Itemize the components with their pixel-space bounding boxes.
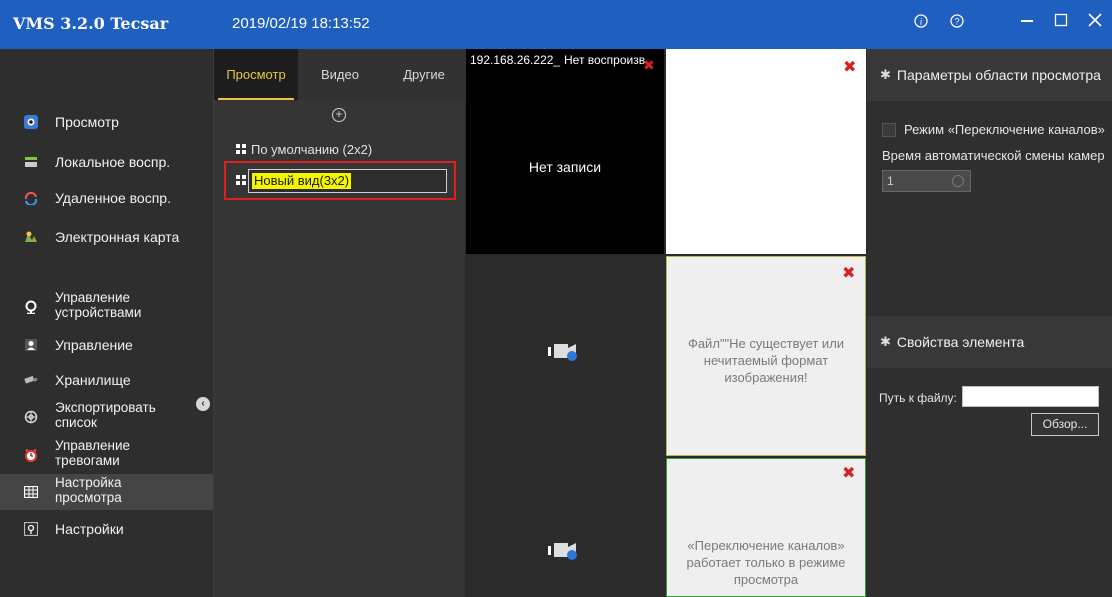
sidebar-item-live-view[interactable]: Просмотр (0, 106, 213, 138)
view-name-text: Новый вид(3x2) (252, 173, 352, 189)
export-icon (23, 409, 39, 425)
video-cell-5[interactable] (466, 458, 664, 597)
channel-switch-mode-label: Режим «Переключение каналов» (904, 122, 1105, 137)
label-line-2: устройствами (55, 305, 142, 320)
auto-switch-time-label: Время автоматической смены камер (882, 148, 1105, 163)
video-cell-2[interactable]: ✖ (666, 49, 866, 254)
sidebar-item-user-management[interactable]: Управление (0, 329, 213, 361)
sidebar-item-label: Управление тревогами (55, 438, 130, 468)
properties-panel: ✱ Параметры области просмотра Режим «Пер… (867, 49, 1112, 597)
gear-icon: ✱ (880, 67, 891, 82)
spinner-arrow-icon[interactable] (952, 175, 964, 187)
grid-3x2-icon (236, 175, 246, 185)
storage-icon (23, 372, 39, 388)
close-cell-icon[interactable]: ✖ (842, 263, 855, 283)
emap-icon (23, 229, 39, 245)
sidebar-item-label: Управление устройствами (55, 290, 141, 320)
video-cell-1[interactable]: 192.168.26.222_ Нет воспроизв ✖ Нет запи… (466, 49, 664, 254)
gear-icon: ✱ (880, 334, 891, 349)
section-title: Свойства элемента (896, 334, 1025, 350)
view-item-default[interactable]: По умолчанию (2x2) (236, 140, 372, 158)
sidebar-item-label: Электронная карта (55, 228, 180, 245)
camera-placeholder-icon (548, 344, 577, 361)
sidebar: Просмотр Локальное воспр. Удаленное восп… (0, 49, 213, 597)
view-item-label: По умолчанию (2x2) (251, 141, 373, 157)
svg-text:i: i (920, 17, 923, 27)
svg-text:?: ? (954, 17, 959, 27)
channel-switch-mode-checkbox[interactable] (882, 123, 896, 137)
tab-other[interactable]: Другие (382, 49, 466, 100)
tab-live-view[interactable]: Просмотр (214, 49, 298, 100)
close-cell-icon[interactable]: ✖ (843, 57, 856, 77)
help-icon[interactable]: ? (942, 8, 972, 40)
sidebar-item-alarm-management[interactable]: Управление тревогами (0, 438, 213, 472)
datetime: 2019/02/19 18:13:52 (232, 15, 370, 32)
camera-placeholder-icon (548, 543, 577, 560)
view-area-params-header: ✱ Параметры области просмотра (867, 49, 1112, 101)
maximize-icon[interactable] (1046, 8, 1076, 40)
grid-2x2-icon (236, 144, 246, 154)
section-title: Параметры области просмотра (896, 67, 1101, 83)
minimize-icon[interactable] (1012, 8, 1042, 40)
spinner-value: 1 (887, 174, 894, 188)
browse-button[interactable]: Обзор... (1031, 413, 1099, 436)
alarm-icon (23, 447, 39, 463)
label-line-2: список (55, 415, 97, 430)
sidebar-item-device-management[interactable]: Управление устройствами (0, 290, 213, 324)
title-bar: VMS 3.2.0 Tecsar 2019/02/19 18:13:52 i ? (0, 0, 1112, 49)
collapse-sidebar-button[interactable]: ‹ (196, 397, 210, 411)
user-management-icon (23, 337, 39, 353)
label-line-2: просмотра (55, 490, 122, 505)
close-cell-icon[interactable]: ✖ (842, 463, 855, 483)
sidebar-item-label: Настройки (55, 520, 124, 537)
local-playback-icon (23, 154, 39, 170)
label-line-1: Управление (55, 438, 131, 453)
label-line-1: Управление (55, 290, 131, 305)
close-icon[interactable] (1080, 8, 1110, 40)
cell-info-message: «Переключение каналов» работает только в… (686, 538, 846, 587)
video-cell-4[interactable]: ✖ Файл""Не существует или нечитаемый фор… (666, 256, 866, 456)
no-recording-text: Нет записи (528, 159, 602, 175)
remote-playback-icon (23, 190, 39, 206)
sidebar-item-label: Удаленное воспр. (55, 189, 171, 206)
camera-ip-label: 192.168.26.222_ (470, 53, 561, 67)
sidebar-item-emap[interactable]: Электронная карта (0, 221, 213, 253)
label-line-1: Настройка (55, 475, 122, 490)
view-settings-icon (23, 484, 39, 500)
sidebar-item-remote-playback[interactable]: Удаленное воспр. (0, 182, 213, 214)
label-line-2: тревогами (55, 453, 120, 468)
sidebar-item-label: Хранилище (55, 371, 131, 388)
sidebar-item-view-settings[interactable]: Настройка просмотра (0, 474, 213, 510)
sidebar-item-export-list[interactable]: Экспортировать список (0, 400, 213, 434)
sidebar-item-storage[interactable]: Хранилище (0, 364, 213, 396)
close-cell-icon[interactable]: ✖ (643, 57, 655, 74)
sidebar-item-local-playback[interactable]: Локальное воспр. (0, 146, 213, 178)
sidebar-item-label: Настройка просмотра (55, 475, 122, 505)
view-list-panel: Просмотр Видео Другие + По умолчанию (2x… (213, 49, 466, 597)
file-path-input[interactable] (962, 386, 1099, 407)
cell-error-message: Файл""Не существует или нечитаемый форма… (687, 336, 845, 385)
view-item-new[interactable]: Новый вид(3x2) (224, 161, 456, 200)
tab-bar: Просмотр Видео Другие (214, 49, 466, 100)
video-cell-6[interactable]: ✖ «Переключение каналов» работает только… (666, 458, 866, 597)
sidebar-item-label: Локальное воспр. (55, 153, 171, 170)
file-path-label: Путь к файлу: (879, 391, 957, 405)
app-title: VMS 3.2.0 Tecsar (13, 14, 169, 33)
view-name-input[interactable]: Новый вид(3x2) (248, 169, 447, 193)
sidebar-item-label: Просмотр (55, 113, 119, 130)
live-view-icon (23, 114, 39, 130)
tab-video[interactable]: Видео (298, 49, 382, 100)
video-cell-3[interactable] (466, 256, 664, 456)
sidebar-item-label: Управление (55, 336, 133, 353)
sidebar-item-label: Экспортировать список (55, 400, 156, 430)
element-properties-header: ✱ Свойства элемента (867, 316, 1112, 368)
auto-switch-time-spinner[interactable]: 1 (882, 170, 971, 192)
sidebar-item-settings[interactable]: Настройки (0, 513, 213, 545)
add-view-icon[interactable]: + (332, 108, 346, 122)
info-icon[interactable]: i (906, 8, 936, 40)
settings-icon (23, 521, 39, 537)
label-line-1: Экспортировать (55, 400, 156, 415)
device-management-icon (23, 299, 39, 315)
